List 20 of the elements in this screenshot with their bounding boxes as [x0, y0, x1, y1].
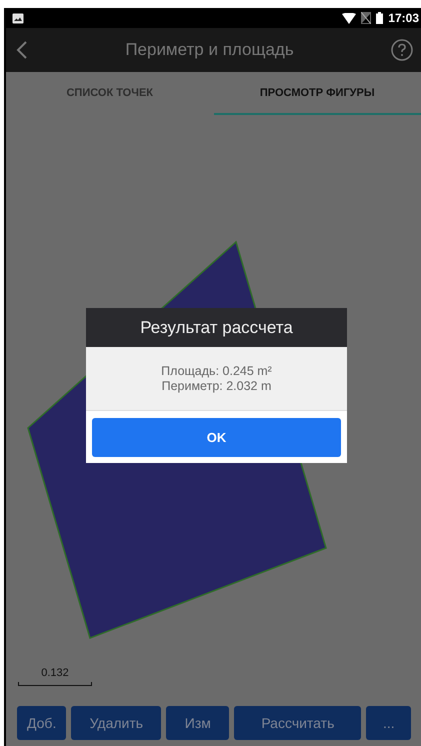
ok-button[interactable]: OK: [92, 418, 341, 457]
scale-label: 0.132: [41, 667, 69, 679]
action-button[interactable]: Удалить: [71, 706, 162, 740]
action-button[interactable]: Доб.: [17, 706, 66, 740]
wifi-icon: [342, 12, 356, 24]
image-icon: [12, 12, 24, 24]
tab[interactable]: ПРОСМОТР ФИГУРЫ: [214, 72, 421, 115]
no-sim-icon: [361, 12, 372, 24]
tab[interactable]: СПИСОК ТОЧЕК: [6, 72, 214, 115]
help-icon[interactable]: [391, 39, 413, 61]
battery-icon: [376, 12, 384, 24]
action-button[interactable]: Рассчитать: [234, 706, 362, 740]
back-icon[interactable]: [16, 40, 28, 60]
result-text: Периметр: 2.032 m: [162, 379, 272, 394]
status-time: 17:03: [388, 11, 419, 25]
result-text: Площадь: 0.245 m²: [161, 364, 272, 379]
screen-title: Периметр и площадь: [125, 40, 294, 60]
action-button[interactable]: ...: [366, 706, 412, 740]
dialog-title: Результат рассчета: [86, 308, 347, 347]
action-button[interactable]: Изм: [166, 706, 230, 740]
